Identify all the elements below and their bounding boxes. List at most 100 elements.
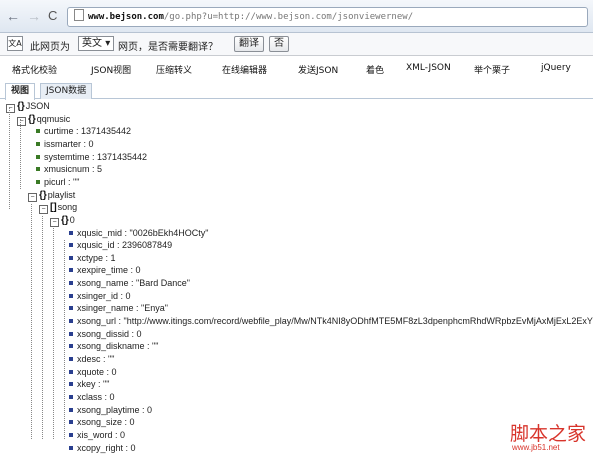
address-bar: ← → C www.bejson.com/go.php?u=http://www… — [0, 0, 593, 33]
tree-node-label: xkey : "" — [77, 379, 110, 390]
toolbar-compress-escape[interactable]: 压缩转义 — [156, 63, 192, 76]
toolbar-json-view[interactable]: JSON视图 — [91, 63, 131, 76]
object-brace-icon: {} — [61, 214, 69, 226]
url-input[interactable]: www.bejson.com/go.php?u=http://www.bejso… — [67, 7, 588, 27]
leaf-bullet-icon — [69, 331, 73, 336]
tree-object-node[interactable]: − {}playlist — [28, 190, 75, 202]
toolbar-example[interactable]: 举个栗子 — [474, 63, 510, 76]
tree-leaf-node: xsong_dissid : 0 — [69, 329, 142, 340]
tree-node-label: xsinger_id : 0 — [77, 290, 131, 301]
tree-leaf-node: xsong_playtime : 0 — [69, 405, 152, 416]
tree-node-label: xclass : 0 — [77, 391, 115, 402]
leaf-bullet-icon — [69, 293, 73, 298]
tree-object-node[interactable]: − {}0 — [50, 215, 75, 227]
tree-guide-line — [31, 204, 32, 439]
toolbar-jquery[interactable]: jQuery — [541, 63, 571, 73]
tree-object-node[interactable]: − {}qqmusic — [17, 114, 70, 126]
tree-leaf-node: xis_word : 0 — [69, 430, 125, 441]
collapse-toggle-icon[interactable]: − — [17, 116, 26, 126]
leaf-bullet-icon — [69, 268, 73, 273]
collapse-toggle-icon[interactable]: − — [6, 104, 15, 113]
leaf-bullet-icon — [69, 420, 73, 425]
chevron-down-icon: ▾ — [105, 38, 111, 49]
tab-view[interactable]: 视图 — [5, 83, 36, 100]
translate-prompt-end: 网页，是否需要翻译？ — [118, 42, 218, 53]
leaf-bullet-icon — [36, 129, 40, 134]
collapse-toggle-icon[interactable]: − — [28, 192, 37, 202]
tree-guide-line — [42, 216, 43, 439]
tree-leaf-node: picurl : "" — [36, 177, 79, 188]
back-arrow-icon[interactable]: ← — [6, 8, 20, 24]
tree-node-label: xcopy_right : 0 — [77, 442, 136, 453]
leaf-bullet-icon — [69, 369, 73, 374]
tree-leaf-node: xsinger_name : "Enya" — [69, 303, 168, 314]
tree-leaf-node: xsong_name : "Bard Dance" — [69, 278, 190, 289]
tree-leaf-node: xdesc : "" — [69, 354, 114, 365]
tab-json-data[interactable]: JSON数据 — [40, 83, 93, 99]
toolbar-xml-json[interactable]: XML-JSON — [406, 63, 451, 73]
leaf-bullet-icon — [69, 344, 73, 349]
leaf-bullet-icon — [69, 230, 73, 235]
url-host: www.bejson.com — [88, 12, 164, 22]
translate-prompt-start: 此网页为 — [30, 42, 70, 53]
tree-node-label: xctype : 1 — [77, 252, 116, 263]
tree-node-label: xmusicnum : 5 — [44, 164, 103, 175]
tree-leaf-node: xquote : 0 — [69, 367, 117, 378]
no-button[interactable]: 否 — [269, 36, 289, 52]
tree-guide-line — [53, 228, 54, 439]
leaf-bullet-icon — [69, 407, 73, 412]
toolbar: 格式化校验 JSON视图 压缩转义 在线编辑器 发送JSON 着色 XML-JS… — [0, 56, 593, 79]
tree-node-label: xquote : 0 — [77, 366, 117, 377]
watermark-url: www.jb51.net — [512, 443, 560, 452]
tree-leaf-node: xexpire_time : 0 — [69, 265, 141, 276]
tree-object-node[interactable]: − {}JSON — [6, 101, 50, 113]
object-brace-icon: {} — [17, 101, 25, 112]
tree-array-node[interactable]: − []song — [39, 202, 78, 215]
tree-node-label: xsong_dissid : 0 — [77, 328, 142, 339]
tree-node-label: xsinger_name : "Enya" — [77, 303, 168, 314]
tree-node-label: xqusic_mid : "0026bEkh4HOCty" — [77, 227, 209, 238]
leaf-bullet-icon — [69, 281, 73, 286]
tree-guide-line — [9, 107, 10, 209]
language-select-value: 英文 — [82, 38, 102, 49]
toolbar-online-editor[interactable]: 在线编辑器 — [222, 63, 267, 76]
tree-node-label: curtime : 1371435442 — [44, 126, 132, 137]
watermark-title: 脚本之家 — [510, 423, 587, 445]
reload-icon[interactable]: C — [48, 8, 57, 24]
toolbar-send-json[interactable]: 发送JSON — [298, 63, 338, 76]
tree-leaf-node: xsinger_id : 0 — [69, 291, 131, 302]
tree-leaf-node: xqusic_id : 2396087849 — [69, 240, 172, 251]
url-path: /go.php?u=http://www.bejson.com/jsonview… — [163, 12, 414, 22]
tree-guide-line — [20, 119, 21, 189]
tree-node-label: JSON — [25, 101, 50, 111]
tree-node-label: xdesc : "" — [77, 354, 115, 364]
forward-arrow-icon[interactable]: → — [27, 8, 41, 24]
tree-node-label: xsong_name : "Bard Dance" — [77, 278, 190, 289]
toolbar-colorize[interactable]: 着色 — [366, 63, 384, 76]
translate-button[interactable]: 翻译 — [234, 36, 264, 52]
tree-node-label: xsong_size : 0 — [77, 417, 135, 428]
tree-leaf-node: xkey : "" — [69, 379, 109, 390]
toolbar-format-validate[interactable]: 格式化校验 — [12, 63, 57, 76]
tree-node-label: xsong_url : "http://www.itings.com/recor… — [77, 316, 593, 327]
tree-leaf-node: xcopy_right : 0 — [69, 443, 136, 454]
tree-node-label: song — [57, 202, 78, 213]
tree-leaf-node: xsong_diskname : "" — [69, 341, 158, 352]
tree-leaf-node: xsong_url : "http://www.itings.com/recor… — [69, 316, 593, 327]
collapse-toggle-icon[interactable]: − — [50, 217, 59, 227]
tree-node-label: picurl : "" — [44, 176, 80, 187]
tree-node-label: playlist — [47, 189, 76, 200]
tree-node-label: issmarter : 0 — [44, 138, 94, 149]
tree-leaf-node: issmarter : 0 — [36, 139, 94, 150]
leaf-bullet-icon — [69, 432, 73, 437]
tree-leaf-node: xclass : 0 — [69, 392, 115, 403]
object-brace-icon: {} — [28, 113, 36, 125]
tree-leaf-node: systemtime : 1371435442 — [36, 152, 147, 163]
json-tree: − {}JSON − {}qqmusic curtime : 1371435442 iss… — [0, 99, 593, 455]
leaf-bullet-icon — [36, 141, 40, 146]
tree-leaf-node: xqusic_mid : "0026bEkh4HOCty" — [69, 228, 208, 239]
collapse-toggle-icon[interactable]: − — [39, 205, 48, 215]
leaf-bullet-icon — [69, 243, 73, 248]
view-tabs: 视图 JSON数据 — [0, 81, 593, 100]
language-select[interactable]: 英文 ▾ — [78, 36, 115, 51]
